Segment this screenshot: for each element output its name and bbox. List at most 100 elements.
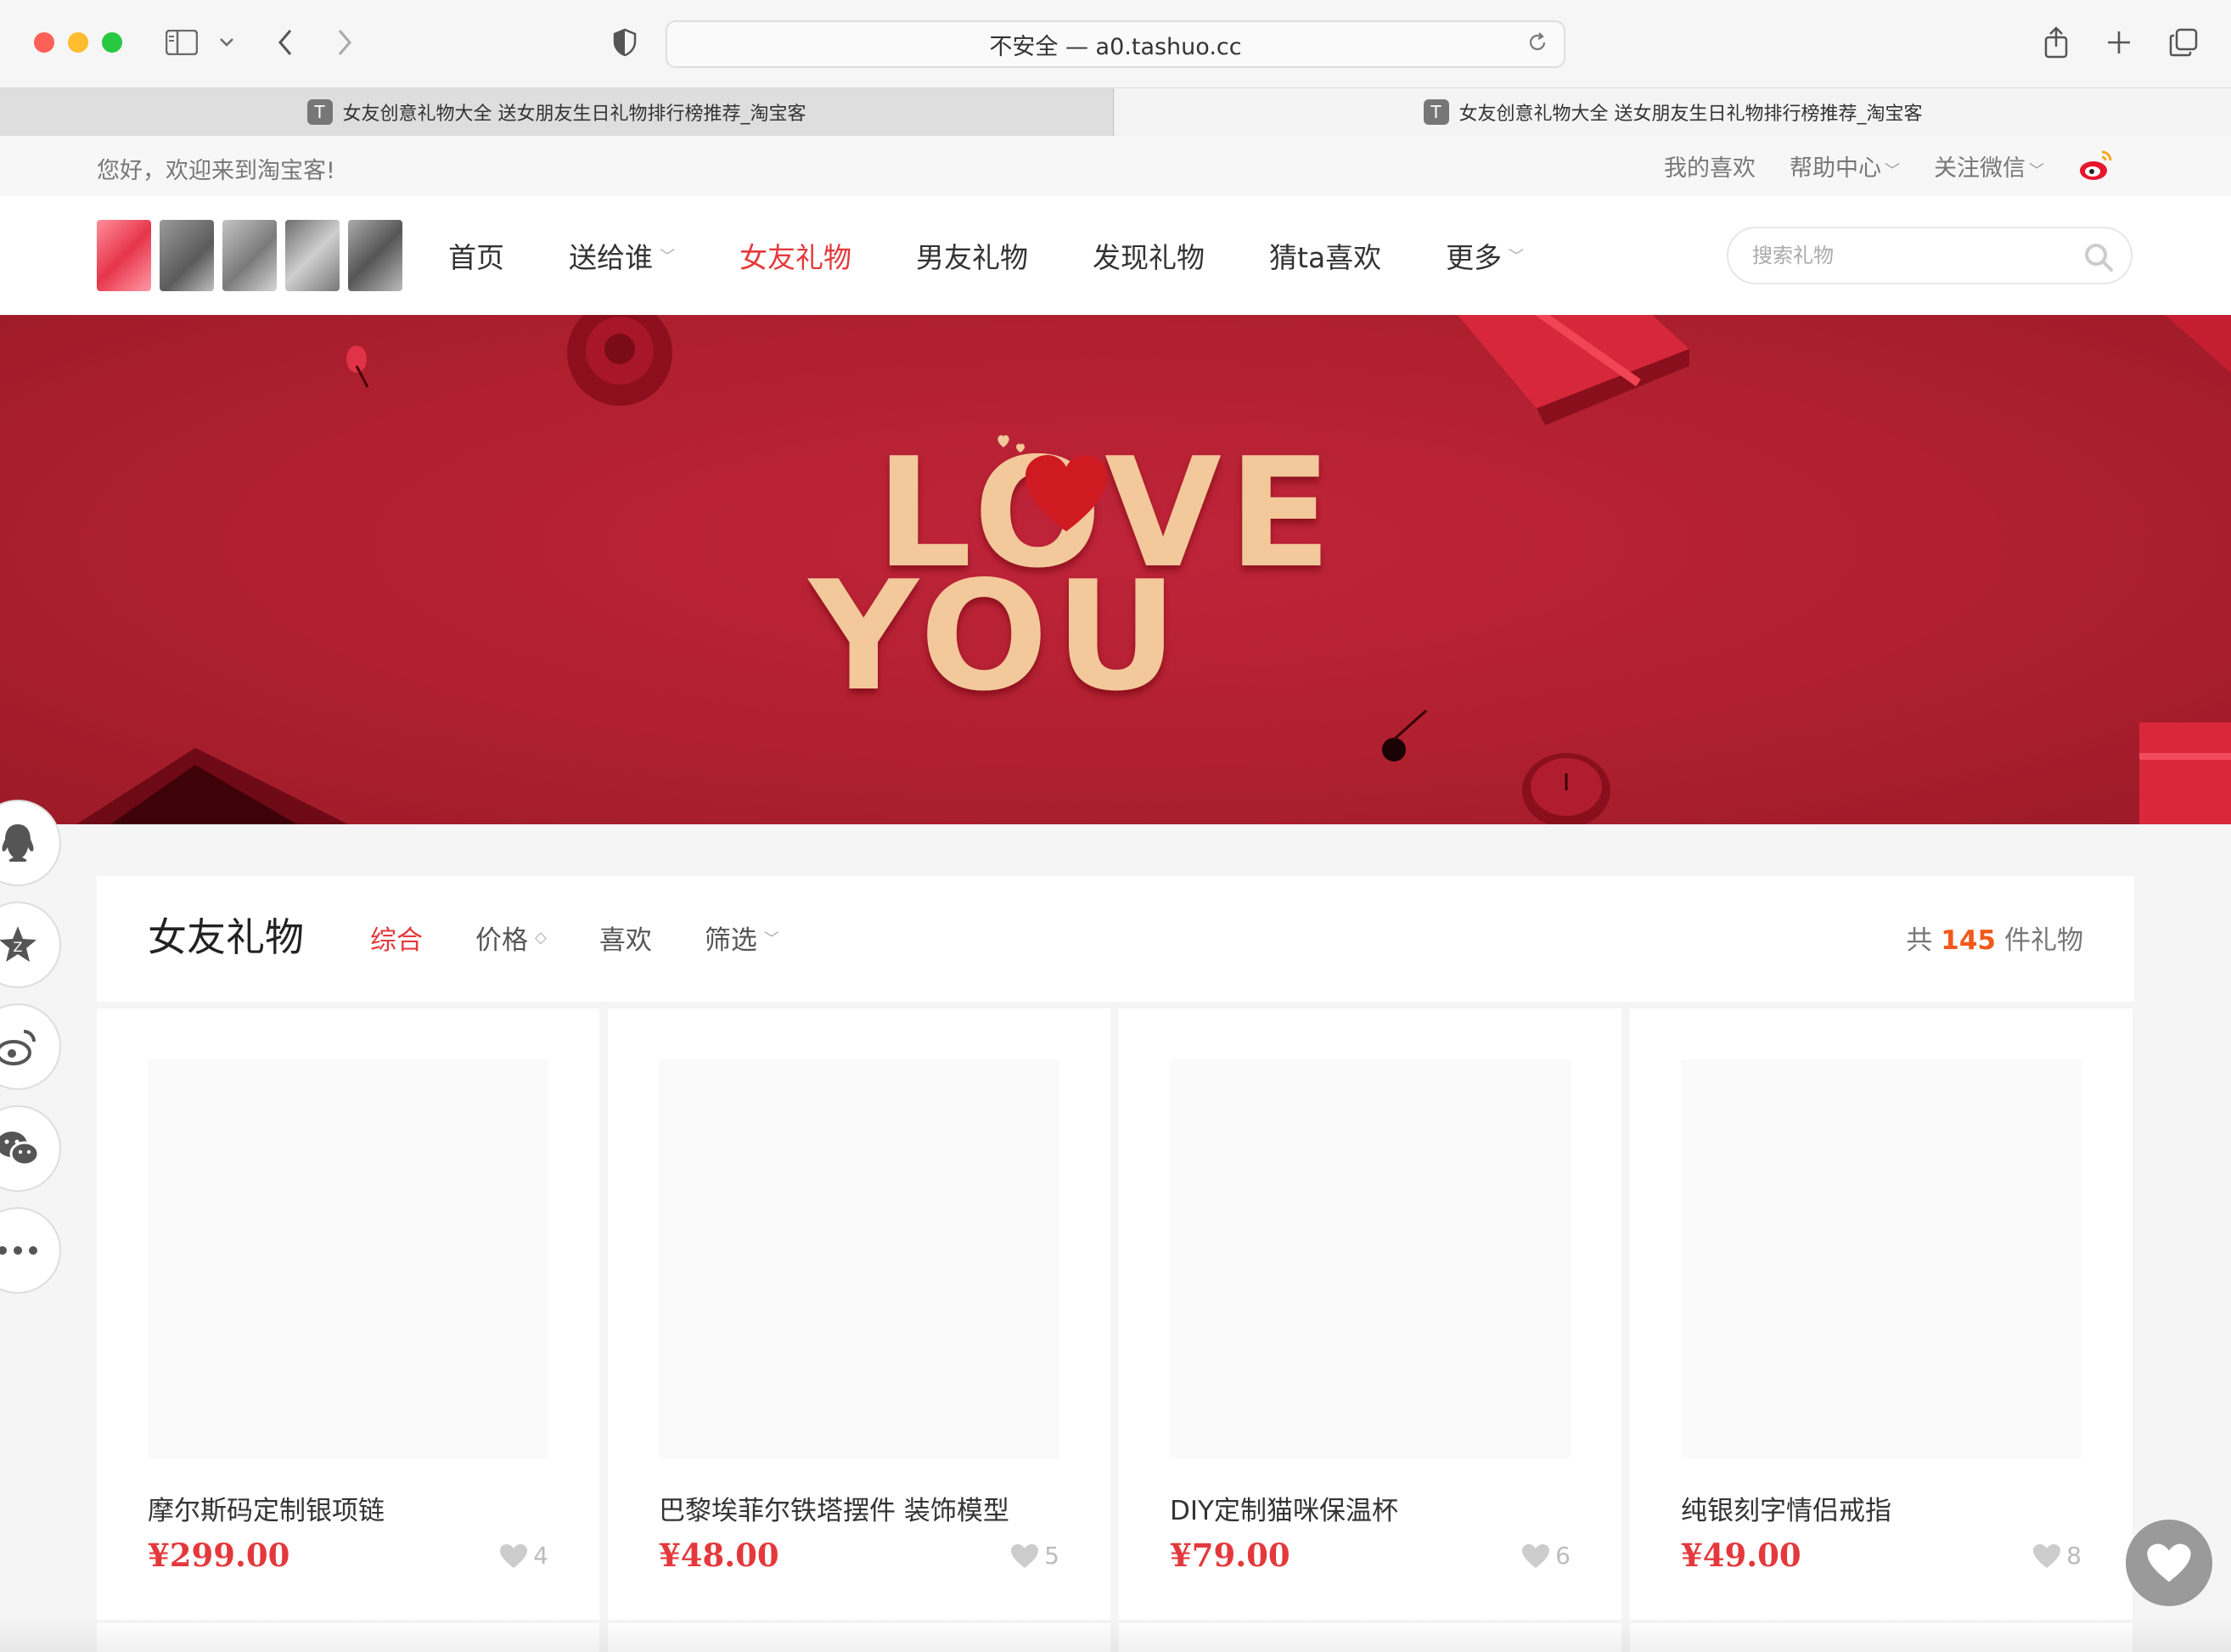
qq-icon	[2, 824, 34, 862]
zoom-window-button[interactable]	[102, 32, 122, 53]
product-name[interactable]: 纯银刻字情侣戒指	[1681, 1489, 1891, 1527]
share-icon[interactable]	[2039, 22, 2073, 63]
chevron-down-icon: ﹀	[2029, 161, 2044, 180]
tab-bar: T 女友创意礼物大全 送女朋友生日礼物排行榜推荐_淘宝客 T 女友创意礼物大全 …	[0, 88, 2231, 136]
chevron-down-icon: ﹀	[1885, 161, 1900, 180]
sort-label: 综合	[370, 925, 423, 956]
product-card[interactable]	[97, 1623, 599, 1652]
like-count: 5	[1044, 1542, 1059, 1570]
hero-banner[interactable]: LOVE YOU	[0, 315, 2231, 824]
count-suffix: 件礼物	[2004, 925, 2083, 956]
tab-overview-icon[interactable]	[2166, 22, 2200, 63]
like-count: 4	[533, 1542, 548, 1570]
help-center-link[interactable]: 帮助中心 ﹀	[1790, 149, 1900, 183]
heart-icon	[2147, 1543, 2191, 1582]
main-nav: 首页 送给谁 ﹀ 女友礼物 男友礼物 发现礼物 猜ta喜欢 更多 ﹀	[448, 235, 1588, 276]
logo-mark	[97, 220, 151, 291]
my-likes-link[interactable]: 我的喜欢	[1664, 149, 1756, 183]
share-more-button[interactable]	[0, 1207, 61, 1294]
product-card[interactable]: 纯银刻字情侣戒指 ¥49.00 8	[1630, 1009, 2133, 1620]
product-name[interactable]: DIY定制猫咪保温杯	[1170, 1489, 1398, 1527]
address-bar[interactable]: 不安全 — a0.tashuo.cc	[666, 20, 1565, 68]
product-image[interactable]	[659, 1059, 1059, 1458]
reload-icon[interactable]	[1526, 31, 1548, 60]
product-price: ¥48.00	[659, 1537, 779, 1574]
nav-label: 女友礼物	[739, 241, 851, 274]
product-price: ¥49.00	[1681, 1537, 1801, 1574]
like-button[interactable]: 5	[1010, 1542, 1059, 1570]
logo-block	[222, 220, 277, 291]
filter-dropdown[interactable]: 筛选 ﹀	[705, 919, 779, 957]
sort-label: 喜欢	[598, 925, 652, 956]
heart-icon	[1522, 1543, 1550, 1568]
product-card[interactable]: 巴黎埃菲尔铁塔摆件 装饰模型 ¥48.00 5	[608, 1009, 1110, 1620]
gift-box-icon	[2139, 722, 2231, 824]
product-image[interactable]	[1681, 1059, 2082, 1458]
sort-label: 价格	[475, 925, 528, 956]
share-qzone-button[interactable]: Z	[0, 902, 61, 988]
sort-default[interactable]: 综合	[370, 919, 423, 957]
like-button[interactable]: 6	[1521, 1542, 1571, 1570]
product-price: ¥79.00	[1170, 1537, 1290, 1574]
product-card[interactable]	[608, 1623, 1110, 1652]
listing-title: 女友礼物	[148, 914, 304, 960]
nav-label: 更多	[1446, 241, 1503, 274]
sort-label: 筛选	[704, 925, 757, 956]
logo-block	[348, 220, 402, 291]
heart-icon	[1011, 1543, 1039, 1568]
search-box	[1727, 227, 2133, 284]
tab-1[interactable]: T 女友创意礼物大全 送女朋友生日礼物排行榜推荐_淘宝客	[0, 88, 1114, 136]
tab-title: 女友创意礼物大全 送女朋友生日礼物排行榜推荐_淘宝客	[342, 104, 806, 125]
product-name[interactable]: 摩尔斯码定制银项链	[148, 1489, 385, 1527]
nav-item-discover[interactable]: 发现礼物	[1093, 235, 1205, 276]
heart-icon	[997, 435, 1025, 452]
follow-wechat-link[interactable]: 关注微信 ﹀	[1934, 149, 2044, 183]
product-name[interactable]: 巴黎埃菲尔铁塔摆件 装饰模型	[659, 1489, 1009, 1527]
forward-icon[interactable]	[329, 22, 360, 63]
sort-likes[interactable]: 喜欢	[599, 919, 652, 957]
tab-2[interactable]: T 女友创意礼物大全 送女朋友生日礼物排行榜推荐_淘宝客	[1115, 88, 2231, 136]
sort-price[interactable]: 价格 ◇	[475, 919, 547, 957]
sidebar-toggle-icon[interactable]	[163, 22, 200, 63]
product-card[interactable]: DIY定制猫咪保温杯 ¥79.00 6	[1119, 1009, 1621, 1620]
new-tab-icon[interactable]	[2102, 22, 2136, 63]
site-logo[interactable]	[97, 220, 402, 291]
favorites-float-button[interactable]	[2126, 1520, 2212, 1606]
product-image[interactable]	[1170, 1059, 1571, 1458]
search-input[interactable]	[1752, 240, 2058, 271]
like-button[interactable]: 8	[2032, 1542, 2082, 1570]
nav-item-guess[interactable]: 猜ta喜欢	[1269, 235, 1381, 276]
minimize-window-button[interactable]	[68, 32, 88, 53]
nav-item-girlfriend-gifts[interactable]: 女友礼物	[739, 235, 851, 276]
nav-item-recipient[interactable]: 送给谁 ﹀	[569, 235, 675, 276]
product-card[interactable]	[1630, 1623, 2133, 1652]
nav-item-more[interactable]: 更多 ﹀	[1446, 235, 1524, 276]
gift-box-icon	[1457, 315, 1689, 425]
nav-item-boyfriend-gifts[interactable]: 男友礼物	[916, 235, 1028, 276]
site-header: 首页 送给谁 ﹀ 女友礼物 男友礼物 发现礼物 猜ta喜欢 更多 ﹀	[0, 196, 2231, 315]
share-wechat-button[interactable]	[0, 1105, 61, 1192]
weibo-icon[interactable]	[2078, 149, 2116, 183]
welcome-text: 您好，欢迎来到淘宝客!	[97, 158, 335, 184]
like-count: 6	[1555, 1542, 1571, 1570]
like-button[interactable]: 4	[499, 1542, 548, 1570]
back-icon[interactable]	[270, 22, 301, 63]
product-card[interactable]: 摩尔斯码定制银项链 ¥299.00 4	[97, 1009, 599, 1620]
address-text: 不安全 — a0.tashuo.cc	[989, 33, 1242, 60]
nav-item-home[interactable]: 首页	[448, 235, 504, 276]
topbar-links: 我的喜欢 帮助中心 ﹀ 关注微信 ﹀	[1664, 149, 2116, 183]
search-icon[interactable]	[2083, 242, 2114, 273]
wechat-icon	[0, 1132, 40, 1166]
gift-box-icon	[2165, 315, 2231, 374]
product-grid: 摩尔斯码定制银项链 ¥299.00 4 巴黎埃菲尔铁塔摆件 装饰模型 ¥48.0…	[97, 1009, 2134, 1620]
product-card[interactable]	[1119, 1623, 1621, 1652]
petal-icon	[346, 346, 369, 388]
chevron-down-icon[interactable]	[214, 22, 239, 63]
product-image[interactable]	[148, 1059, 548, 1458]
close-window-button[interactable]	[34, 32, 54, 53]
gift-count: 共 145 件礼物	[1906, 919, 2083, 957]
nav-label: 男友礼物	[916, 241, 1028, 274]
privacy-shield-icon[interactable]	[608, 22, 642, 63]
svg-text:Z: Z	[14, 939, 23, 955]
share-weibo-button[interactable]	[0, 1003, 61, 1090]
